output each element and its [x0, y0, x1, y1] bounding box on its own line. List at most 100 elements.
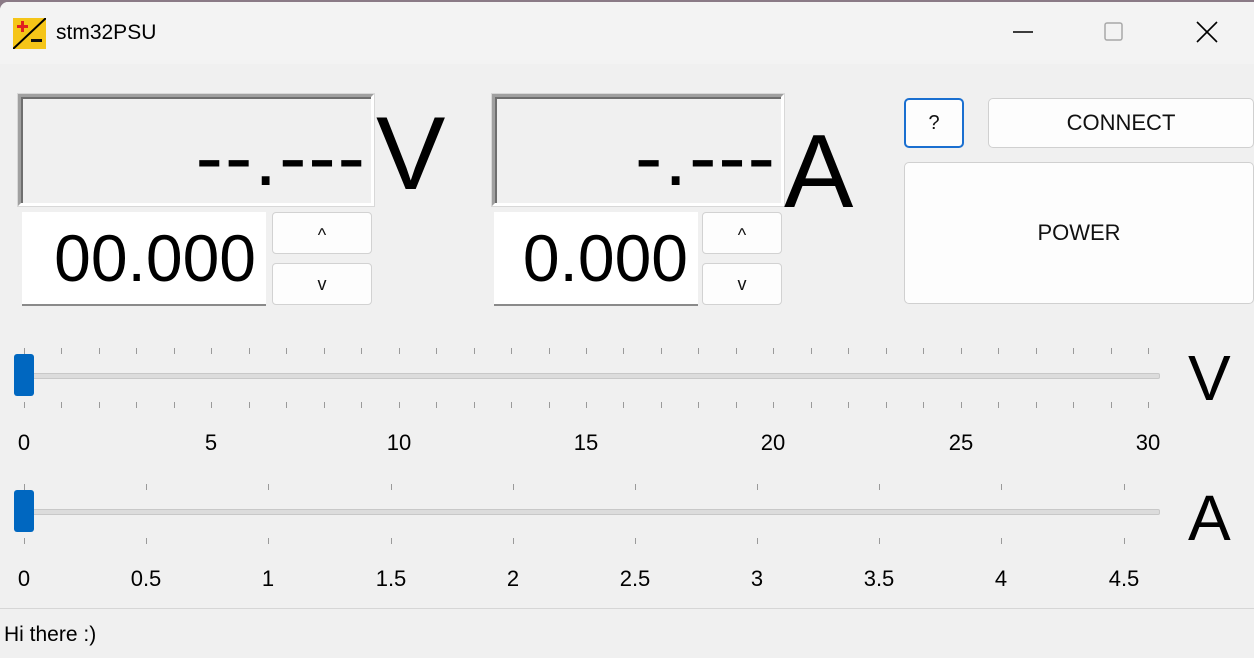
minimize-button[interactable]	[997, 10, 1049, 54]
slider-tick-label: 2.5	[619, 566, 651, 591]
voltage-slider-thumb[interactable]	[14, 354, 34, 396]
slider-tick	[1124, 484, 1125, 490]
slider-tick	[249, 402, 250, 408]
slider-tick	[286, 402, 287, 408]
slider-tick	[848, 348, 849, 354]
close-icon	[1196, 21, 1218, 43]
close-button[interactable]	[1181, 10, 1233, 54]
slider-tick	[268, 484, 269, 490]
status-bar-text: Hi there :)	[4, 623, 97, 646]
slider-tick	[136, 402, 137, 408]
slider-tick	[474, 348, 475, 354]
slider-tick	[1001, 484, 1002, 490]
slider-tick	[391, 538, 392, 544]
app-logo-icon	[12, 17, 47, 50]
slider-tick	[436, 348, 437, 354]
slider-tick	[698, 402, 699, 408]
slider-tick	[811, 402, 812, 408]
slider-tick	[623, 348, 624, 354]
slider-tick	[391, 484, 392, 490]
voltage-slider-track[interactable]	[14, 373, 1160, 379]
current-readout-value: -.---	[634, 112, 777, 203]
slider-tick	[61, 402, 62, 408]
current-setpoint-field[interactable]: 0.000	[494, 212, 698, 306]
slider-tick-label: 15	[573, 430, 599, 455]
voltage-slider[interactable]: V 0 5 10 15 20 25 30	[0, 342, 1254, 462]
power-button[interactable]: POWER	[904, 162, 1254, 304]
slider-tick	[886, 348, 887, 354]
slider-tick	[1001, 538, 1002, 544]
voltage-unit-label: V	[376, 96, 446, 212]
slider-tick	[923, 402, 924, 408]
maximize-button[interactable]	[1088, 10, 1140, 54]
slider-tick	[961, 348, 962, 354]
current-slider-thumb[interactable]	[14, 490, 34, 532]
slider-tick	[268, 538, 269, 544]
slider-tick	[549, 348, 550, 354]
slider-tick	[211, 402, 212, 408]
voltage-up-button[interactable]: ^	[272, 212, 372, 254]
slider-tick	[757, 484, 758, 490]
slider-tick	[1148, 348, 1149, 354]
slider-tick	[324, 348, 325, 354]
slider-tick	[1073, 402, 1074, 408]
slider-tick	[879, 538, 880, 544]
app-window: stm32PSU --.--- V 00.000 ^ v -.--- A 0.0…	[0, 2, 1254, 658]
slider-tick	[586, 402, 587, 408]
slider-tick	[249, 348, 250, 354]
slider-tick-label: 0	[17, 430, 31, 455]
current-slider[interactable]: A 0 0.5 1 1.5 2 2.5 3 3.5 4 4.5	[0, 478, 1254, 598]
slider-tick	[923, 348, 924, 354]
title-bar[interactable]: stm32PSU	[0, 2, 1254, 64]
slider-tick	[773, 402, 774, 408]
slider-tick	[1036, 402, 1037, 408]
slider-tick	[1148, 402, 1149, 408]
slider-tick	[1111, 348, 1112, 354]
slider-tick	[146, 538, 147, 544]
slider-tick	[886, 402, 887, 408]
slider-tick	[24, 348, 25, 354]
slider-tick	[399, 348, 400, 354]
slider-tick-label: 4.5	[1108, 566, 1140, 591]
slider-tick	[998, 402, 999, 408]
status-bar-divider	[0, 608, 1254, 609]
slider-tick	[736, 348, 737, 354]
current-slider-unit: A	[1188, 482, 1231, 554]
slider-tick	[24, 484, 25, 490]
current-slider-track[interactable]	[14, 509, 1160, 515]
slider-tick	[361, 402, 362, 408]
slider-tick	[99, 402, 100, 408]
slider-tick	[635, 484, 636, 490]
slider-tick	[324, 402, 325, 408]
help-button[interactable]: ?	[904, 98, 964, 148]
current-down-button[interactable]: v	[702, 263, 782, 305]
slider-tick-label: 1.5	[375, 566, 407, 591]
slider-tick-label: 25	[948, 430, 974, 455]
current-up-button[interactable]: ^	[702, 212, 782, 254]
voltage-down-button[interactable]: v	[272, 263, 372, 305]
slider-tick	[1036, 348, 1037, 354]
slider-tick	[879, 484, 880, 490]
slider-tick	[513, 538, 514, 544]
slider-tick	[24, 538, 25, 544]
slider-tick	[99, 348, 100, 354]
voltage-readout-display: --.---	[18, 94, 374, 206]
slider-tick	[511, 402, 512, 408]
slider-tick	[474, 402, 475, 408]
slider-tick	[1124, 538, 1125, 544]
slider-tick	[174, 402, 175, 408]
slider-tick	[757, 538, 758, 544]
maximize-icon	[1104, 22, 1123, 41]
slider-tick	[286, 348, 287, 354]
slider-tick	[61, 348, 62, 354]
slider-tick	[361, 348, 362, 354]
connect-button[interactable]: CONNECT	[988, 98, 1254, 148]
slider-tick-label: 3	[750, 566, 764, 591]
slider-tick-label: 30	[1135, 430, 1161, 455]
slider-tick	[586, 348, 587, 354]
voltage-setpoint-field[interactable]: 00.000	[22, 212, 266, 306]
slider-tick-label: 2	[506, 566, 520, 591]
slider-tick-label: 10	[386, 430, 412, 455]
minimize-icon	[1013, 31, 1033, 33]
slider-tick	[1073, 348, 1074, 354]
